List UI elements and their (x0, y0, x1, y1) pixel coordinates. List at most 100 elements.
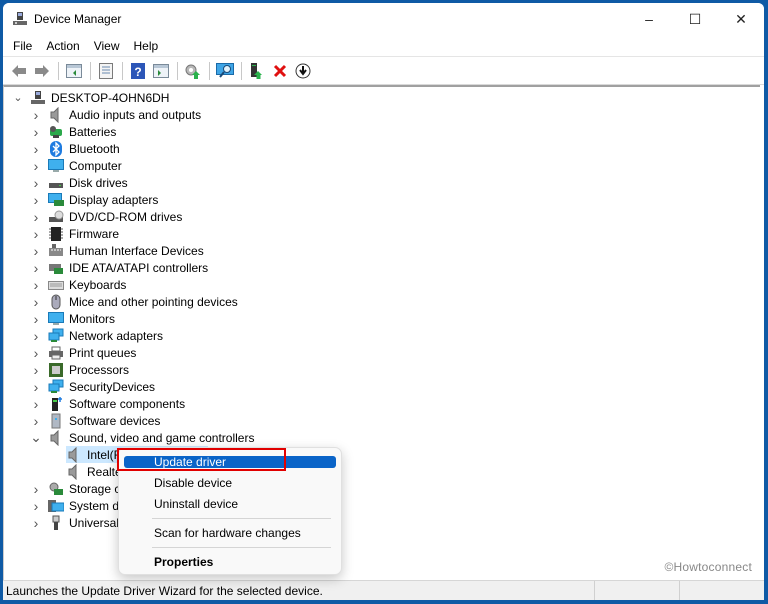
tree-item[interactable]: › Storage co (30, 480, 127, 497)
context-menu-separator (152, 518, 331, 519)
chevron-right-icon[interactable]: › (30, 243, 42, 259)
tree-item[interactable]: ⌄ Sound, video and game controllers (30, 429, 254, 446)
tree-item[interactable]: › Firmware (30, 225, 119, 242)
tree-item[interactable]: › Disk drives (30, 174, 128, 191)
chevron-right-icon[interactable]: › (30, 260, 42, 276)
chevron-right-icon[interactable]: › (30, 379, 42, 395)
chevron-right-icon[interactable]: › (30, 277, 42, 293)
menu-view[interactable]: View (89, 39, 125, 53)
display-adapter-icon (48, 192, 64, 208)
chevron-right-icon[interactable]: › (30, 175, 42, 191)
toolbar-separator (209, 61, 210, 80)
chevron-right-icon[interactable]: › (30, 481, 42, 497)
tree-item-label: SecurityDevices (69, 379, 156, 394)
tree-item-label: Bluetooth (69, 141, 120, 156)
chevron-right-icon[interactable]: › (30, 396, 42, 412)
tree-item[interactable]: › Software devices (30, 412, 161, 429)
download-driver-button[interactable] (292, 60, 314, 82)
help-button[interactable]: ? (127, 60, 149, 82)
network-icon (48, 379, 64, 395)
tree-item[interactable]: › Computer (30, 157, 122, 174)
chevron-right-icon[interactable]: › (30, 328, 42, 344)
scan-hardware-icon (216, 62, 234, 78)
chevron-right-icon[interactable]: › (30, 413, 42, 429)
chevron-right-icon[interactable]: › (30, 311, 42, 327)
enable-device-button[interactable] (246, 60, 268, 82)
tree-item-label: Batteries (69, 124, 117, 139)
tree-item[interactable]: › Bluetooth (30, 140, 120, 157)
tree-item[interactable]: › Monitors (30, 310, 115, 327)
tree-root[interactable]: ⌄ DESKTOP-4OHN6DH (12, 89, 169, 106)
tree-item[interactable]: › Universal S (30, 514, 131, 531)
context-menu-label: Properties (154, 554, 214, 569)
context-menu-disable-device[interactable]: Disable device (124, 473, 336, 492)
show-hide-console-tree-button[interactable] (63, 60, 85, 82)
chevron-right-icon[interactable]: › (30, 209, 42, 225)
minimize-button[interactable]: – (626, 3, 672, 35)
properties-button[interactable] (95, 60, 117, 82)
chevron-right-icon[interactable]: › (30, 294, 42, 310)
forward-icon (35, 64, 49, 77)
tree-item[interactable]: › DVD/CD-ROM drives (30, 208, 183, 225)
chevron-down-icon[interactable]: ⌄ (12, 91, 24, 104)
tree-item[interactable]: › Audio inputs and outputs (30, 106, 201, 123)
tree-item[interactable]: › Print queues (30, 344, 137, 361)
tree-item[interactable]: › Mice and other pointing devices (30, 293, 238, 310)
annotation-highlight-box (117, 448, 286, 471)
context-menu-properties[interactable]: Properties (124, 552, 336, 571)
chevron-right-icon[interactable]: › (30, 107, 42, 123)
tree-item[interactable]: › Keyboards (30, 276, 127, 293)
status-text: Launches the Update Driver Wizard for th… (6, 583, 323, 598)
scan-hardware-button[interactable] (214, 60, 236, 82)
menu-action[interactable]: Action (41, 39, 84, 53)
close-button[interactable]: ✕ (718, 3, 764, 35)
context-menu-label: Uninstall device (154, 496, 239, 511)
chevron-right-icon[interactable]: › (30, 141, 42, 157)
chevron-right-icon[interactable]: › (30, 515, 42, 531)
tree-item[interactable]: › Software components (30, 395, 185, 412)
device-tree[interactable]: ⌄ DESKTOP-4OHN6DH › Audio inputs and output… (3, 85, 760, 580)
tree-root-label: DESKTOP-4OHN6DH (51, 90, 170, 105)
tree-item[interactable]: › Network adapters (30, 327, 163, 344)
update-driver-toolbar-button[interactable] (182, 60, 204, 82)
tree-item[interactable]: › Human Interface Devices (30, 242, 204, 259)
show-action-pane-button[interactable] (150, 60, 172, 82)
tree-item[interactable]: › IDE ATA/ATAPI controllers (30, 259, 209, 276)
tree-item-label: IDE ATA/ATAPI controllers (69, 260, 209, 275)
tree-item[interactable]: › Display adapters (30, 191, 159, 208)
tree-item-label: Disk drives (69, 175, 128, 190)
uninstall-device-button[interactable] (269, 60, 291, 82)
chevron-right-icon[interactable]: › (30, 362, 42, 378)
chevron-right-icon[interactable]: › (30, 192, 42, 208)
printer-icon (48, 345, 64, 361)
chevron-right-icon[interactable]: › (30, 226, 42, 242)
chevron-right-icon[interactable]: › (30, 498, 42, 514)
tree-item[interactable]: › Processors (30, 361, 129, 378)
tree-item[interactable]: › SecurityDevices (30, 378, 155, 395)
chevron-down-icon[interactable]: ⌄ (30, 429, 42, 446)
context-menu-uninstall-device[interactable]: Uninstall device (124, 494, 336, 513)
toolbar-separator (122, 61, 123, 80)
chevron-right-icon[interactable]: › (30, 345, 42, 361)
speaker-icon (48, 429, 64, 446)
network-icon (48, 328, 64, 344)
tree-item[interactable]: › Batteries (30, 123, 117, 140)
maximize-button[interactable]: ☐ (672, 3, 718, 35)
chip-icon (48, 226, 64, 242)
context-menu-scan-hardware[interactable]: Scan for hardware changes (124, 523, 336, 542)
back-button[interactable] (8, 60, 30, 82)
menu-help[interactable]: Help (129, 39, 164, 53)
tree-item[interactable]: › System dev (30, 497, 132, 514)
tree-item-label: Mice and other pointing devices (69, 294, 238, 309)
uninstall-icon (273, 64, 287, 77)
svg-text:?: ? (134, 65, 141, 79)
chevron-right-icon[interactable]: › (30, 124, 42, 140)
chevron-right-icon[interactable]: › (30, 158, 42, 174)
forward-button[interactable] (31, 60, 53, 82)
status-pane (679, 580, 764, 600)
menu-file[interactable]: File (8, 39, 37, 53)
storage-icon (48, 481, 64, 497)
tree-item-label: Print queues (69, 345, 137, 360)
title-bar: Device Manager – ☐ ✕ (3, 3, 764, 35)
monitor-icon (48, 158, 64, 174)
